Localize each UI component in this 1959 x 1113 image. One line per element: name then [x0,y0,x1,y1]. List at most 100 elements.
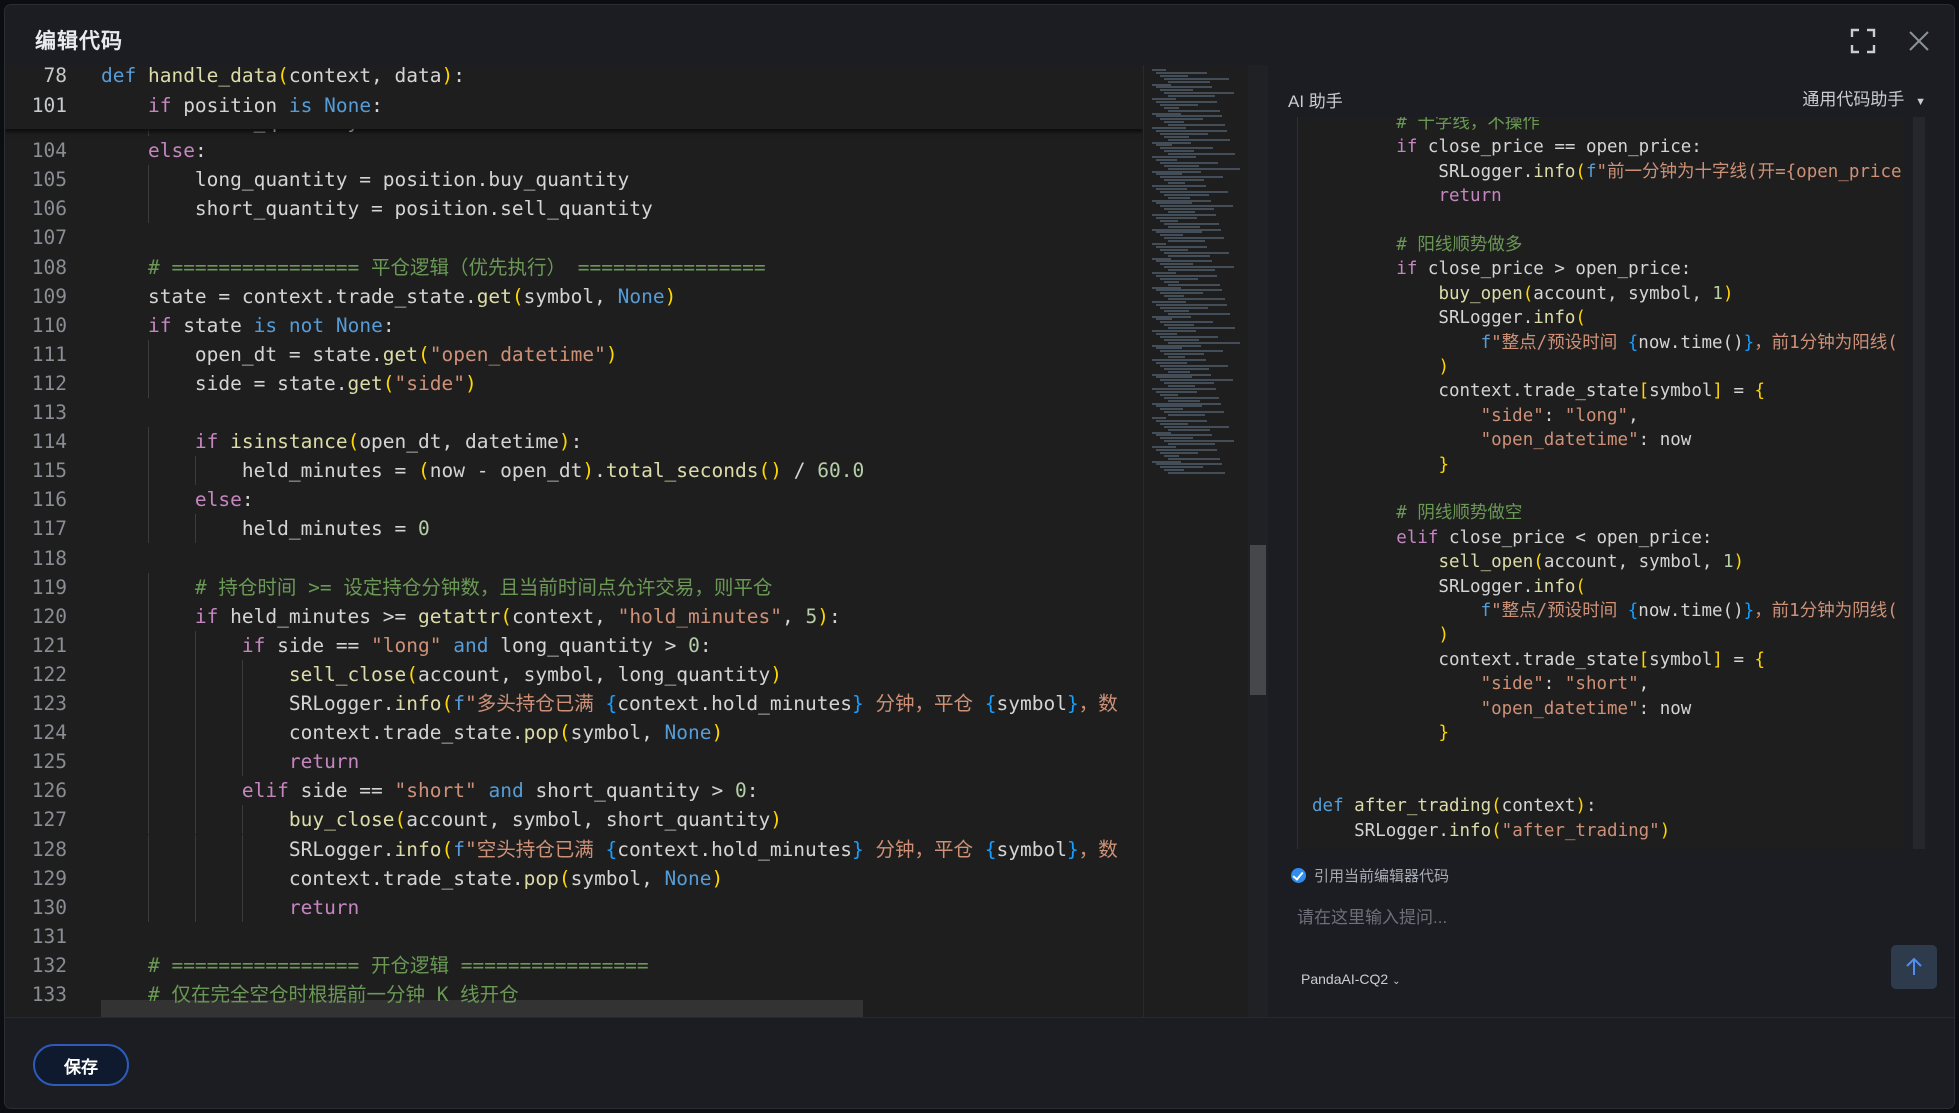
editor-scrollbar[interactable] [1248,65,1268,1017]
reference-editor-code-checkbox[interactable]: 引用当前编辑器代码 [1291,865,1449,886]
minimap[interactable] [1143,65,1249,1017]
code-text[interactable]: short_quantity = position.sell_quantity [101,194,653,223]
indent-guide [147,339,149,369]
code-line[interactable]: 109 state = context.trade_state.get(symb… [5,282,1143,311]
code-line[interactable]: 78 def handle_data(context, data): [5,65,1143,90]
code-text[interactable]: return [101,747,359,776]
code-line[interactable]: 112 side = state.get("side") [5,369,1143,398]
code-line[interactable]: 119 # 持仓时间 >= 设定持仓分钟数，且当前时间点允许交易，则平仓 [5,573,1143,602]
close-icon[interactable] [1905,27,1933,55]
code-text[interactable]: SRLogger.info(f"多头持仓已满 {context.hold_min… [101,689,1118,718]
assistant-scrollbar[interactable] [1913,117,1925,849]
prompt-input[interactable] [1295,901,1859,935]
code-line[interactable]: 118 [5,544,1143,573]
minimap-line [1160,321,1213,324]
minimap-line [1168,80,1210,83]
assistant-code-line: context.trade_state[symbol] = { [1312,381,1766,402]
assistant-code-line: ) [1438,625,1449,646]
indent-guide [147,776,149,806]
code-text[interactable]: return [101,893,359,922]
minimap-line [1152,301,1186,303]
minimap-line [1164,150,1194,153]
assistant-code-line: SRLogger.info("after_trading") [1312,820,1671,841]
code-line[interactable]: 117 held_minutes = 0 [5,514,1143,543]
code-line[interactable]: 132 # ================ 开仓逻辑 ============… [5,951,1143,980]
code-line[interactable]: 133 # 仅在完全空仓时根据前一分钟 K 线开仓 [5,980,1143,1009]
code-text[interactable]: buy_close(account, symbol, short_quantit… [101,805,782,834]
code-line[interactable]: 124 context.trade_state.pop(symbol, None… [5,718,1143,747]
code-editor[interactable]: 103 short_quantity = 0104 else:105 long_… [5,65,1268,1017]
code-line[interactable]: 127 buy_close(account, symbol, short_qua… [5,805,1143,834]
code-line[interactable]: 129 context.trade_state.pop(symbol, None… [5,864,1143,893]
assistant-type-dropdown[interactable]: 通用代码助手 ▼ [1802,85,1926,110]
indent-guide [194,630,196,660]
code-line[interactable]: 128 SRLogger.info(f"空头持仓已满 {context.hold… [5,835,1143,864]
minimap-line [1168,298,1225,301]
code-text[interactable]: # ================ 平仓逻辑（优先执行） ==========… [101,253,766,282]
code-line[interactable]: 131 [5,922,1143,951]
minimap-line [1156,390,1197,393]
minimap-line [1168,414,1205,417]
minimap-line [1152,185,1206,187]
code-text[interactable]: side = state.get("side") [101,369,477,398]
code-text[interactable]: held_minutes = 0 [101,514,430,543]
code-text[interactable]: if state is not None: [101,311,395,340]
code-text[interactable]: held_minutes = (now - open_dt).total_sec… [101,456,864,485]
send-button[interactable] [1891,945,1937,989]
code-text[interactable]: else: [101,136,207,165]
code-line[interactable]: 110 if state is not None: [5,311,1143,340]
code-text[interactable]: if isinstance(open_dt, datetime): [101,427,582,456]
code-line[interactable]: 125 return [5,747,1143,776]
minimap-line [1168,312,1230,315]
code-line[interactable]: 108 # ================ 平仓逻辑（优先执行） ======… [5,253,1143,282]
code-line[interactable]: 122 sell_close(account, symbol, long_qua… [5,660,1143,689]
code-line[interactable]: 106 short_quantity = position.sell_quant… [5,194,1143,223]
code-line[interactable]: 115 held_minutes = (now - open_dt).total… [5,456,1143,485]
code-line[interactable]: 121 if side == "long" and long_quantity … [5,631,1143,660]
line-number: 132 [31,953,67,977]
line-number: 129 [31,866,67,890]
minimap-line [1152,98,1176,100]
save-button[interactable]: 保存 [33,1044,129,1086]
code-text[interactable]: state = context.trade_state.get(symbol, … [101,282,676,311]
code-line[interactable]: 116 else: [5,485,1143,514]
code-text[interactable]: long_quantity = position.buy_quantity [101,165,629,194]
line-number: 130 [31,895,67,919]
code-text[interactable]: if position is None: [101,91,383,120]
code-line[interactable]: 105 long_quantity = position.buy_quantit… [5,165,1143,194]
code-line[interactable]: 126 elif side == "short" and short_quant… [5,776,1143,805]
code-text[interactable]: else: [101,485,254,514]
code-text[interactable]: elif side == "short" and short_quantity … [101,776,759,805]
code-line[interactable]: 113 [5,398,1143,427]
code-text[interactable]: # 持仓时间 >= 设定持仓分钟数，且当前时间点允许交易，则平仓 [101,573,772,602]
code-line[interactable]: 111 open_dt = state.get("open_datetime") [5,340,1143,369]
code-area[interactable]: 103 short_quantity = 0104 else:105 long_… [5,65,1143,1017]
code-line[interactable]: 123 SRLogger.info(f"多头持仓已满 {context.hold… [5,689,1143,718]
minimap-line [1164,469,1184,472]
editor-scrollbar-thumb[interactable] [1250,545,1266,695]
code-line[interactable]: 101 if position is None: [5,91,1143,120]
indent-guide [147,659,149,689]
code-text[interactable]: sell_close(account, symbol, long_quantit… [101,660,782,689]
minimap-line [1168,356,1185,359]
code-text[interactable]: if side == "long" and long_quantity > 0: [101,631,712,660]
code-text[interactable]: if held_minutes >= getattr(context, "hol… [101,602,841,631]
minimap-line [1160,292,1203,295]
code-line[interactable]: 107 [5,223,1143,252]
code-line[interactable]: 114 if isinstance(open_dt, datetime): [5,427,1143,456]
code-text[interactable]: SRLogger.info(f"空头持仓已满 {context.hold_min… [101,835,1118,864]
code-text[interactable]: open_dt = state.get("open_datetime") [101,340,618,369]
code-text[interactable]: # 仅在完全空仓时根据前一分钟 K 线开仓 [101,980,519,1009]
fullscreen-icon[interactable] [1849,27,1877,55]
code-line[interactable]: 104 else: [5,136,1143,165]
edit-code-dialog: 编辑代码 103 short_quantity = 0104 else:105 … [5,5,1954,1108]
code-text[interactable]: def handle_data(context, data): [101,65,465,90]
assistant-code-line: f"整点/预设时间 {now.time()}，前1分钟为阴线( [1480,601,1898,621]
code-line[interactable]: 120 if held_minutes >= getattr(context, … [5,602,1143,631]
minimap-line [1160,103,1198,106]
model-select[interactable]: PandaAI-CQ2 ⌄ [1301,971,1400,987]
minimap-line [1168,138,1230,141]
code-text[interactable]: # ================ 开仓逻辑 ================ [101,951,649,980]
assistant-code-line: f"整点/预设时间 {now.time()}，前1分钟为阳线( [1480,332,1898,353]
code-line[interactable]: 130 return [5,893,1143,922]
